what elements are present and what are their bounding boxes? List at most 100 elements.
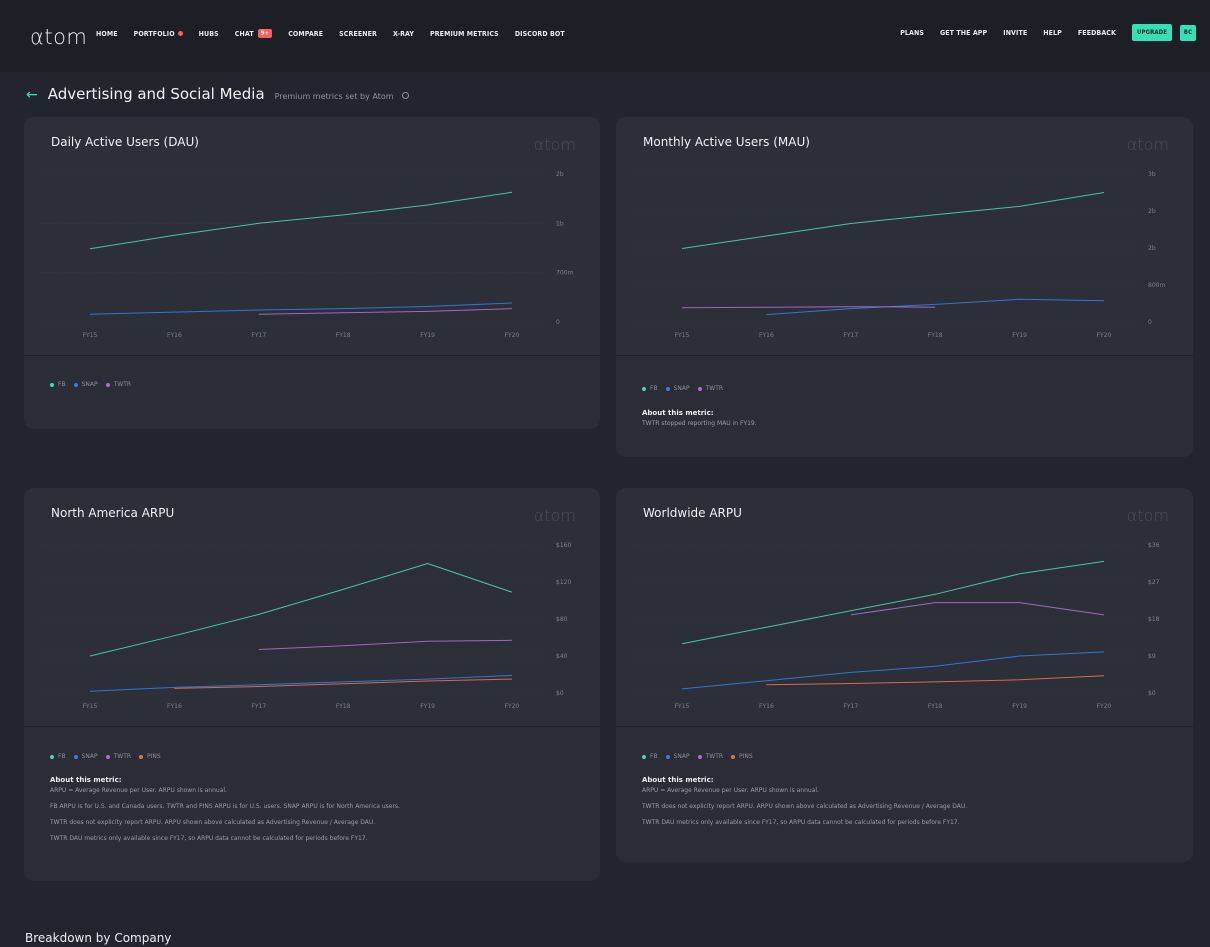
na-arpu-chart: $0 $40 $80 $120 $160 FY15 FY16 FY17 FY18 FY19 FY20 (40, 542, 571, 710)
legend-item-snap[interactable]: SNAP (73, 753, 98, 760)
about-line: FB ARPU is for U.S. and Canada users. TW… (50, 803, 400, 810)
about-line: TWTR DAU metrics only available since FY… (50, 835, 368, 842)
x-tick-label: FY17 (843, 332, 858, 339)
about-title: About this metric: (642, 409, 714, 417)
avatar[interactable]: BC (1180, 24, 1196, 41)
nav-premium-metrics[interactable]: PREMIUM METRICS (430, 30, 499, 38)
series-line-fb[interactable] (681, 192, 1105, 249)
about-line: ARPU = Average Revenue per User. ARPU sh… (642, 787, 819, 794)
page-title: Advertising and Social Media (47, 85, 265, 103)
x-tick-label: FY20 (505, 703, 520, 710)
legend-item-snap[interactable]: SNAP (73, 381, 98, 388)
upgrade-button[interactable]: UPGRADE (1132, 24, 1172, 41)
about-title: About this metric: (642, 776, 714, 784)
legend-label: SNAP (673, 753, 690, 760)
nav-screener[interactable]: SCREENER (339, 30, 377, 38)
legend-item-fb[interactable]: FB (642, 385, 658, 392)
chart-legend: FB SNAP TWTR PINS (642, 753, 761, 760)
nav-feedback[interactable]: FEEDBACK (1078, 29, 1116, 37)
legend-dot-icon (105, 754, 110, 759)
nav-xray[interactable]: X-RAY (393, 30, 414, 38)
x-tick-label: FY15 (675, 332, 690, 339)
back-arrow-icon[interactable]: ← (26, 87, 38, 103)
legend-item-twtr[interactable]: TWTR (105, 381, 131, 388)
legend-item-fb[interactable]: FB (642, 753, 658, 760)
atom-logo[interactable]: αtom (30, 25, 87, 49)
series-line-twtr[interactable] (850, 602, 1105, 616)
y-tick-label: 3b (1148, 171, 1156, 178)
legend-label: TWTR (705, 385, 724, 392)
legend-dot-icon (665, 386, 670, 391)
y-tick-label: $0 (1148, 690, 1156, 697)
series-line-twtr[interactable] (681, 306, 936, 309)
nav-get-the-app[interactable]: GET THE APP (940, 29, 987, 37)
about-metric: About this metric: ARPU = Average Revenue… (642, 777, 967, 836)
series-line-snap[interactable] (89, 302, 513, 315)
nav-hubs[interactable]: HUBS (199, 30, 219, 38)
legend-label: PINS (147, 753, 161, 760)
chart-card-ww-arpu: Worldwide ARPU αtom $0 $9 $18 $27 $36 FY15 FY1… (616, 488, 1193, 862)
legend-item-pins[interactable]: PINS (731, 753, 753, 760)
legend-dot-icon (642, 754, 646, 759)
nav-discord-bot[interactable]: DISCORD BOT (515, 30, 565, 38)
about-line: TWTR does not explicity report ARPU. ARP… (642, 803, 968, 810)
series-line-pins[interactable] (174, 678, 513, 689)
nav-right: PLANS GET THE APP INVITE HELP FEEDBACK U… (884, 24, 1196, 41)
y-tick-label: $120 (556, 579, 571, 586)
nav-portfolio[interactable]: PORTFOLIO (134, 30, 183, 38)
legend-dot-icon (642, 386, 646, 391)
nav-home[interactable]: HOME (96, 30, 118, 38)
nav-compare[interactable]: COMPARE (288, 30, 323, 38)
legend-label: FB (58, 381, 66, 388)
series-line-fb[interactable] (89, 191, 513, 250)
legend-label: TWTR (113, 753, 132, 760)
series-line-pins[interactable] (766, 675, 1105, 686)
series-line-twtr[interactable] (258, 639, 513, 650)
series-line-fb[interactable] (89, 563, 513, 657)
legend-item-twtr[interactable]: TWTR (697, 385, 724, 392)
page-subtitle: Premium metrics set by Atom (274, 92, 394, 101)
y-tick-label: 800m (1148, 282, 1165, 289)
legend-label: FB (650, 385, 658, 392)
y-tick-label: $9 (1148, 653, 1156, 660)
legend-item-pins[interactable]: PINS (139, 753, 161, 760)
y-tick-label: $0 (556, 690, 564, 697)
chart-legend: FB SNAP TWTR PINS (50, 753, 169, 760)
top-navigation: αtom HOME PORTFOLIO HUBS CHAT 9+ COMPARE … (0, 0, 1210, 72)
legend-item-snap[interactable]: SNAP (665, 385, 690, 392)
mau-chart: 0 800m 2b 2b 3b FY15 FY16 FY17 FY18 FY19 FY20 (632, 171, 1165, 339)
x-tick-label: FY18 (336, 332, 351, 339)
y-tick-label: 2b (1148, 245, 1156, 252)
legend-item-fb[interactable]: FB (50, 753, 66, 760)
y-tick-label: 700m (556, 270, 573, 277)
x-tick-label: FY15 (83, 332, 98, 339)
series-line-snap[interactable] (89, 674, 513, 692)
x-tick-label: FY19 (420, 332, 435, 339)
legend-item-fb[interactable]: FB (50, 381, 66, 388)
legend-item-twtr[interactable]: TWTR (105, 753, 132, 760)
nav-help[interactable]: HELP (1043, 29, 1062, 37)
nav-hubs-label: HUBS (198, 29, 219, 38)
x-tick-label: FY16 (759, 332, 774, 339)
series-line-fb[interactable] (681, 560, 1105, 645)
x-tick-label: FY16 (759, 703, 774, 710)
info-icon[interactable] (401, 92, 409, 99)
ww-arpu-chart: $0 $9 $18 $27 $36 FY15 FY16 FY17 FY18 FY19 FY20 (632, 542, 1160, 710)
nav-invite[interactable]: INVITE (1003, 29, 1027, 37)
card-footer: FB SNAP TWTR PINS About this metric: ARPU = … (616, 726, 1193, 862)
legend-label: SNAP (81, 753, 98, 760)
legend-label: TWTR (705, 753, 724, 760)
x-tick-label: FY19 (1012, 703, 1027, 710)
legend-item-snap[interactable]: SNAP (665, 753, 690, 760)
nav-chat[interactable]: CHAT 9+ (235, 29, 273, 38)
legend-dot-icon (697, 754, 702, 759)
x-tick-label: FY17 (843, 703, 858, 710)
series-line-snap[interactable] (681, 651, 1105, 690)
x-tick-label: FY19 (1012, 332, 1027, 339)
nav-plans[interactable]: PLANS (900, 29, 924, 37)
legend-item-twtr[interactable]: TWTR (697, 753, 724, 760)
nav-xray-label: X-RAY (393, 29, 415, 38)
x-tick-label: FY20 (1097, 332, 1112, 339)
about-line: TWTR stopped reporting MAU in FY19. (642, 420, 757, 427)
x-tick-label: FY17 (251, 332, 266, 339)
